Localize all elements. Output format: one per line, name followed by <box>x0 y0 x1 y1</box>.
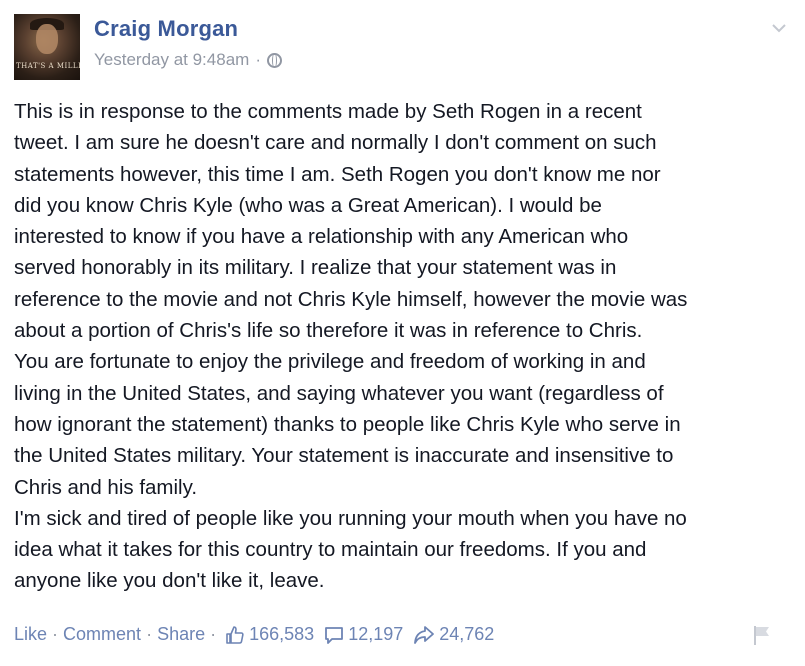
body-line: served honorably in its military. I real… <box>14 256 617 280</box>
body-line: I'm sick and tired of people like you ru… <box>14 506 687 530</box>
share-arrow-icon <box>414 625 435 644</box>
action-separator: · <box>52 624 59 644</box>
body-line: about a portion of Chris's life so there… <box>14 319 643 343</box>
body-line: the United States military. Your stateme… <box>14 444 674 468</box>
body-line: statements however, this time I am. Seth… <box>14 162 661 186</box>
body-line: living in the United States, and saying … <box>14 381 664 405</box>
body-line: reference to the movie and not Chris Kyl… <box>14 287 688 311</box>
comments-stat[interactable]: 12,197 <box>324 624 403 645</box>
likes-count: 166,583 <box>249 624 315 644</box>
body-line: did you know Chris Kyle (who was a Great… <box>14 193 602 217</box>
body-line: interested to know if you have a relatio… <box>14 225 629 249</box>
comment-link[interactable]: Comment <box>63 624 141 645</box>
body-line: You are fortunate to enjoy the privilege… <box>14 350 646 374</box>
avatar-caption: THAT'S A MILLION <box>16 62 80 70</box>
post-body: This is in response to the comments made… <box>14 96 794 597</box>
post-meta: Yesterday at 9:48am · <box>94 50 282 70</box>
thumbs-up-icon <box>226 625 244 644</box>
avatar[interactable]: THAT'S A MILLION <box>14 14 80 80</box>
body-line: This is in response to the comments made… <box>14 100 642 123</box>
action-separator: · <box>210 624 217 644</box>
body-line: tweet. I am sure he doesn't care and nor… <box>14 131 657 155</box>
timestamp[interactable]: Yesterday at 9:48am <box>94 50 249 70</box>
body-line: how ignorant the statement) thanks to pe… <box>14 412 681 436</box>
share-link[interactable]: Share <box>157 624 205 645</box>
facebook-post: THAT'S A MILLION Craig Morgan Yesterday … <box>0 0 805 666</box>
flag-icon[interactable] <box>751 624 773 646</box>
likes-stat[interactable]: 166,583 <box>225 624 314 645</box>
action-separator: · <box>146 624 153 644</box>
chevron-down-icon[interactable] <box>771 20 787 36</box>
shares-count: 24,762 <box>439 624 495 644</box>
meta-separator: · <box>255 50 261 69</box>
comment-bubble-icon <box>325 626 344 644</box>
comments-count: 12,197 <box>348 624 404 644</box>
body-line: anyone like you don't like it, leave. <box>14 569 325 593</box>
body-line: idea what it takes for this country to m… <box>14 538 647 562</box>
globe-icon[interactable] <box>266 52 282 68</box>
action-bar: Like · Comment · Share · 166,583 12,197 … <box>14 624 500 645</box>
shares-stat[interactable]: 24,762 <box>413 624 494 645</box>
author-name[interactable]: Craig Morgan <box>94 16 238 42</box>
like-link[interactable]: Like <box>14 624 47 645</box>
avatar-face <box>36 24 58 54</box>
body-line: Chris and his family. <box>14 475 198 499</box>
